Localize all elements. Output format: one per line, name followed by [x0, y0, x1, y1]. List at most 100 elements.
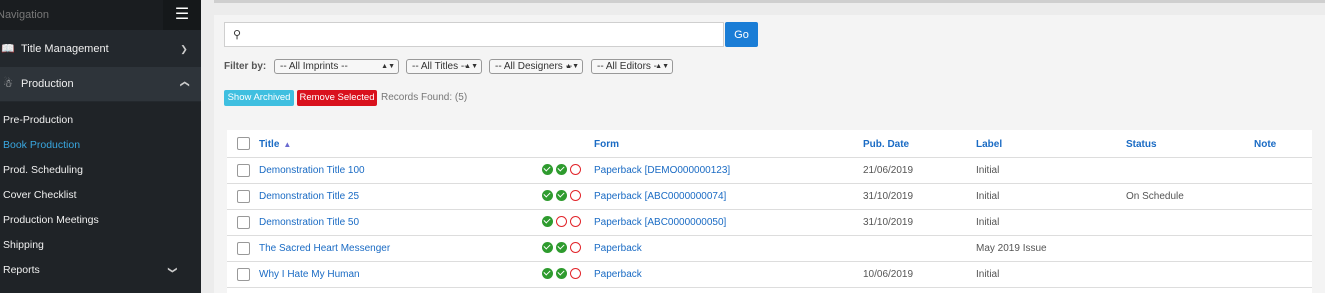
- sidebar-item-cover-checklist[interactable]: Cover Checklist: [3, 184, 193, 206]
- select-value: -- All Titles --: [412, 61, 468, 72]
- column-header-label: Title: [259, 139, 280, 150]
- pub-date: 10/06/2019: [863, 269, 914, 280]
- sort-ascending-icon: ▲: [283, 140, 292, 149]
- users-icon: ☃: [3, 78, 13, 90]
- titles-filter-select[interactable]: -- All Titles -- ▲▼: [406, 59, 482, 74]
- empty-circle-icon: [570, 164, 581, 175]
- check-circle-icon: [556, 268, 567, 279]
- sidebar-item-reports[interactable]: Reports ❯: [3, 259, 193, 281]
- checklist-status-icons: [542, 242, 584, 256]
- sidebar-item-pre-production[interactable]: Pre-Production: [3, 109, 193, 131]
- title-link[interactable]: Demonstration Title 50: [259, 217, 359, 228]
- chevron-down-icon: ❯: [167, 266, 178, 274]
- table-row[interactable]: Demonstration Title 50 Paperback [ABC0000…: [227, 210, 1312, 236]
- select-all-checkbox[interactable]: [237, 137, 250, 150]
- column-header-form[interactable]: Form: [594, 139, 619, 150]
- check-circle-icon: [542, 190, 553, 201]
- label-value: Initial: [976, 165, 1000, 176]
- check-circle-icon: [542, 216, 553, 227]
- records-found-count: Records Found: (5): [381, 92, 468, 103]
- label-value: May 2019 Issue: [976, 243, 1047, 254]
- label-value: Initial: [976, 191, 1000, 202]
- row-checkbox[interactable]: [237, 164, 250, 177]
- sidebar: Navigation ☰ 📖 Title Management ❯ ☃ Prod…: [0, 0, 201, 293]
- select-arrows-icon: ▲▼: [565, 63, 579, 70]
- form-link[interactable]: Paperback [ABC0000000050]: [594, 217, 726, 228]
- checklist-status-icons: [542, 190, 584, 204]
- sidebar-item-prod-scheduling[interactable]: Prod. Scheduling: [3, 159, 193, 181]
- select-value: -- All Designers --: [495, 61, 573, 72]
- row-checkbox[interactable]: [237, 268, 250, 281]
- table-row[interactable]: The Sacred Heart Messenger Paperback May 2…: [227, 236, 1312, 262]
- sidebar-item-label: Reports: [3, 264, 40, 276]
- pub-date: 31/10/2019: [863, 191, 914, 202]
- filter-label: Filter by:: [224, 61, 267, 72]
- pub-date: 31/10/2019: [863, 217, 914, 228]
- sidebar-item-production[interactable]: ☃ Production ❯: [0, 67, 201, 101]
- sidebar-item-label: Title Management: [21, 43, 109, 55]
- remove-selected-button[interactable]: Remove Selected: [297, 90, 377, 106]
- book-icon: 📖: [1, 43, 15, 55]
- hamburger-menu-icon[interactable]: ☰: [163, 0, 201, 30]
- label-value: Initial: [976, 217, 1000, 228]
- search-input[interactable]: [249, 25, 723, 46]
- title-link[interactable]: Demonstration Title 100: [259, 165, 365, 176]
- show-archived-button[interactable]: Show Archived: [224, 90, 294, 106]
- empty-circle-icon: [570, 216, 581, 227]
- row-checkbox[interactable]: [237, 242, 250, 255]
- designers-filter-select[interactable]: -- All Designers -- ▲▼: [489, 59, 583, 74]
- empty-circle-icon: [570, 190, 581, 201]
- form-link[interactable]: Paperback: [594, 243, 642, 254]
- empty-circle-icon: [570, 242, 581, 253]
- sidebar-item-shipping[interactable]: Shipping: [3, 234, 193, 256]
- select-value: -- All Editors --: [597, 61, 661, 72]
- editors-filter-select[interactable]: -- All Editors -- ▲▼: [591, 59, 673, 74]
- search-icon: ⚲: [233, 29, 242, 41]
- select-arrows-icon: ▲▼: [464, 63, 478, 70]
- column-header-title[interactable]: Title ▲: [259, 139, 291, 150]
- label-value: Initial: [976, 269, 1000, 280]
- status-value: On Schedule: [1126, 191, 1184, 202]
- form-link[interactable]: Paperback [ABC0000000074]: [594, 191, 726, 202]
- select-arrows-icon: ▲▼: [655, 63, 669, 70]
- column-header-pub-date[interactable]: Pub. Date: [863, 139, 909, 150]
- select-value: -- All Imprints --: [280, 61, 348, 72]
- chevron-up-icon: ❯: [179, 80, 189, 88]
- empty-circle-icon: [570, 268, 581, 279]
- check-circle-icon: [542, 242, 553, 253]
- production-submenu: Pre-Production Book Production Prod. Sch…: [0, 102, 201, 293]
- check-circle-icon: [556, 242, 567, 253]
- table-row[interactable]: Demonstration Title 100 Paperback [DEMO00…: [227, 158, 1312, 184]
- title-link[interactable]: Why I Hate My Human: [259, 269, 360, 280]
- checklist-status-icons: [542, 164, 584, 178]
- table-row[interactable]: Demonstration Title 25 Paperback [ABC0000…: [227, 184, 1312, 210]
- row-checkbox[interactable]: [237, 216, 250, 229]
- row-checkbox[interactable]: [237, 190, 250, 203]
- check-circle-icon: [556, 164, 567, 175]
- title-link[interactable]: Demonstration Title 25: [259, 191, 359, 202]
- table-row[interactable]: Why I Hate My Human Paperback 10/06/2019 In…: [227, 262, 1312, 288]
- checklist-status-icons: [542, 216, 584, 230]
- sidebar-item-book-production[interactable]: Book Production: [3, 134, 193, 156]
- column-header-note[interactable]: Note: [1254, 139, 1276, 150]
- sidebar-item-title-management[interactable]: 📖 Title Management ❯: [0, 32, 201, 66]
- check-circle-icon: [542, 164, 553, 175]
- pub-date: 21/06/2019: [863, 165, 914, 176]
- chevron-down-icon: ❯: [180, 44, 188, 54]
- column-header-status[interactable]: Status: [1126, 139, 1157, 150]
- form-link[interactable]: Paperback: [594, 269, 642, 280]
- go-button[interactable]: Go: [725, 22, 758, 47]
- check-circle-icon: [542, 268, 553, 279]
- column-header-label-col[interactable]: Label: [976, 139, 1002, 150]
- check-circle-icon: [556, 190, 567, 201]
- form-link[interactable]: Paperback [DEMO000000123]: [594, 165, 730, 176]
- sidebar-item-production-meetings[interactable]: Production Meetings: [3, 209, 193, 231]
- title-link[interactable]: The Sacred Heart Messenger: [259, 243, 390, 254]
- top-divider: [214, 0, 1325, 3]
- empty-circle-icon: [556, 216, 567, 227]
- sidebar-title: Navigation: [0, 9, 49, 21]
- sidebar-item-label: Production: [21, 78, 74, 90]
- titles-table: Title ▲ Form Pub. Date Label Status Note …: [227, 130, 1312, 293]
- search-box[interactable]: ⚲: [224, 22, 724, 47]
- imprints-filter-select[interactable]: -- All Imprints -- ▲▼: [274, 59, 399, 74]
